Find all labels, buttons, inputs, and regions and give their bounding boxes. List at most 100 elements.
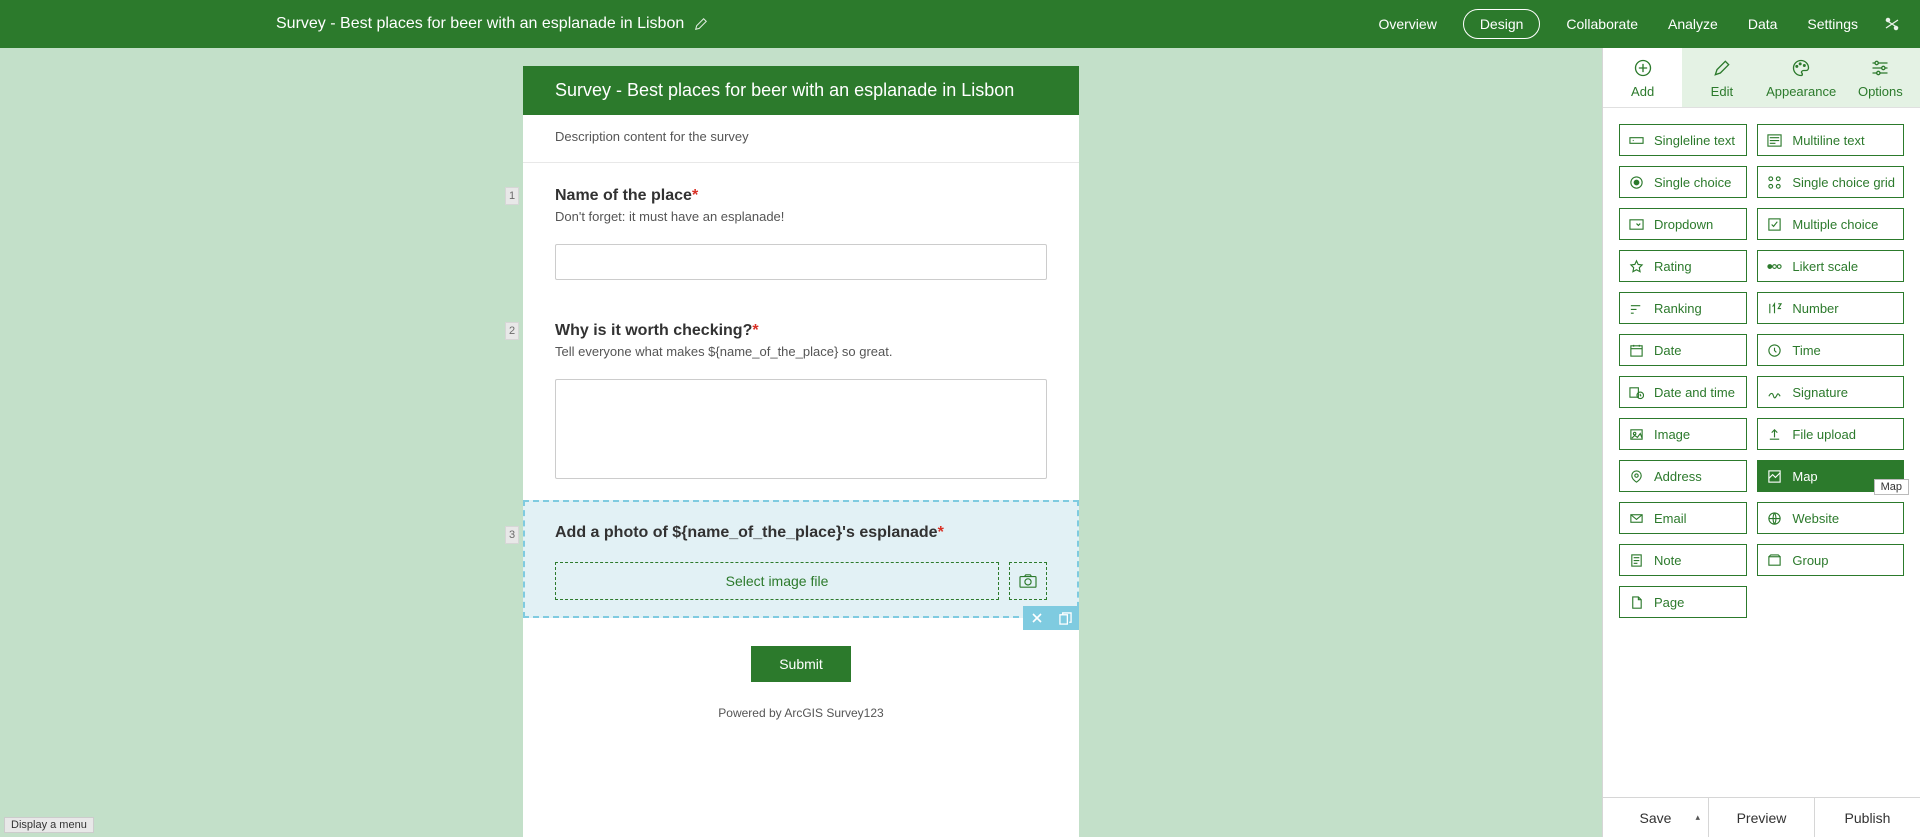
qtype-multiline[interactable]: Multiline text [1757,124,1904,156]
camera-icon [1019,573,1037,589]
email-icon [1628,511,1644,526]
question-number: 2 [505,322,519,340]
page-icon [1628,595,1644,610]
qtype-dropdown[interactable]: Dropdown [1619,208,1747,240]
time-icon [1766,343,1782,358]
qtype-note[interactable]: Note [1619,544,1747,576]
nav-settings[interactable]: Settings [1803,10,1862,38]
main-nav: Overview Design Collaborate Analyze Data Sett… [1374,9,1900,39]
close-icon [1031,612,1043,624]
question-label: Why is it worth checking?* [555,322,1047,340]
dropdown-icon [1628,217,1644,232]
selection-actions [1023,606,1079,630]
caret-up-icon: ▴ [1695,812,1700,823]
powered-by: Powered by ArcGIS Survey123 [523,700,1079,730]
qtype-star[interactable]: Rating [1619,250,1747,282]
page-title: Survey - Best places for beer with an es… [276,15,684,33]
nav-collaborate[interactable]: Collaborate [1562,10,1642,38]
nav-design[interactable]: Design [1463,9,1541,39]
question-types: Singleline text Multiline text Single choi… [1603,108,1920,797]
appearance-icon [1791,58,1811,78]
qtype-signature[interactable]: Signature [1757,376,1904,408]
question-1[interactable]: 1 Name of the place* Don't forget: it mu… [523,163,1079,298]
side-tab-edit[interactable]: Edit [1682,48,1761,107]
submit-button[interactable]: Submit [751,646,851,682]
question-number: 3 [505,526,519,544]
multiline-icon [1766,133,1782,148]
likert-icon [1766,259,1782,274]
question-3[interactable]: 3 Add a photo of ${name_of_the_place}'s … [523,500,1079,618]
website-icon [1766,511,1782,526]
question-label: Add a photo of ${name_of_the_place}'s es… [555,524,1047,542]
nav-data[interactable]: Data [1744,10,1782,38]
nav-analyze[interactable]: Analyze [1664,10,1722,38]
top-bar: Survey - Best places for beer with an es… [0,0,1920,48]
canvas: Survey - Best places for beer with an es… [0,48,1602,837]
side-tab-appearance[interactable]: Appearance [1762,48,1841,107]
qtype-address[interactable]: Address [1619,460,1747,492]
edit-title-icon[interactable] [694,17,708,31]
checkbox-icon [1766,217,1782,232]
date-icon [1628,343,1644,358]
save-button[interactable]: Save▴ [1603,798,1709,837]
qtype-email[interactable]: Email [1619,502,1747,534]
status-bar: Display a menu [4,817,94,833]
number-icon [1766,301,1782,316]
radio-icon [1628,175,1644,190]
delete-question-button[interactable] [1023,606,1051,630]
question-2[interactable]: 2 Why is it worth checking?* Tell everyo… [523,298,1079,500]
publish-button[interactable]: Publish [1815,798,1920,837]
qtype-map[interactable]: MapMap [1757,460,1904,492]
tooltip: Map [1874,479,1909,495]
survey-card: Survey - Best places for beer with an es… [523,66,1079,837]
side-tab-add[interactable]: Add [1603,48,1682,107]
survey-description[interactable]: Description content for the survey [523,115,1079,163]
datetime-icon [1628,385,1644,400]
edit-icon [1712,58,1732,78]
signature-icon [1766,385,1782,400]
qtype-radiogrid[interactable]: Single choice grid [1757,166,1904,198]
upload-icon [1766,427,1782,442]
side-tabs: AddEditAppearanceOptions [1603,48,1920,108]
qtype-radio[interactable]: Single choice [1619,166,1747,198]
qtype-ranking[interactable]: Ranking [1619,292,1747,324]
question-hint: Don't forget: it must have an esplanade! [555,209,1047,224]
qtype-number[interactable]: Number [1757,292,1904,324]
multiline-input[interactable] [555,379,1047,479]
map-icon [1766,469,1782,484]
star-icon [1628,259,1644,274]
tools-icon[interactable] [1884,16,1900,32]
side-tab-options[interactable]: Options [1841,48,1920,107]
qtype-checkbox[interactable]: Multiple choice [1757,208,1904,240]
image-icon [1628,427,1644,442]
qtype-time[interactable]: Time [1757,334,1904,366]
question-number: 1 [505,187,519,205]
select-image-button[interactable]: Select image file [555,562,999,600]
camera-button[interactable] [1009,562,1047,600]
nav-overview[interactable]: Overview [1374,10,1440,38]
qtype-singleline[interactable]: Singleline text [1619,124,1747,156]
options-icon [1870,58,1890,78]
add-icon [1633,58,1653,78]
copy-icon [1059,612,1072,625]
qtype-datetime[interactable]: Date and time [1619,376,1747,408]
singleline-icon [1628,133,1644,148]
qtype-group[interactable]: Group [1757,544,1904,576]
singleline-input[interactable] [555,244,1047,280]
question-hint: Tell everyone what makes ${name_of_the_p… [555,344,1047,359]
ranking-icon [1628,301,1644,316]
qtype-date[interactable]: Date [1619,334,1747,366]
preview-button[interactable]: Preview [1709,798,1815,837]
qtype-image[interactable]: Image [1619,418,1747,450]
question-label: Name of the place* [555,187,1047,205]
duplicate-question-button[interactable] [1051,606,1079,630]
survey-title[interactable]: Survey - Best places for beer with an es… [523,66,1079,115]
qtype-upload[interactable]: File upload [1757,418,1904,450]
note-icon [1628,553,1644,568]
side-footer: Save▴ Preview Publish [1603,797,1920,837]
qtype-website[interactable]: Website [1757,502,1904,534]
qtype-likert[interactable]: Likert scale [1757,250,1904,282]
radiogrid-icon [1766,175,1782,190]
side-panel: AddEditAppearanceOptions Singleline text… [1602,48,1920,837]
qtype-page[interactable]: Page [1619,586,1747,618]
